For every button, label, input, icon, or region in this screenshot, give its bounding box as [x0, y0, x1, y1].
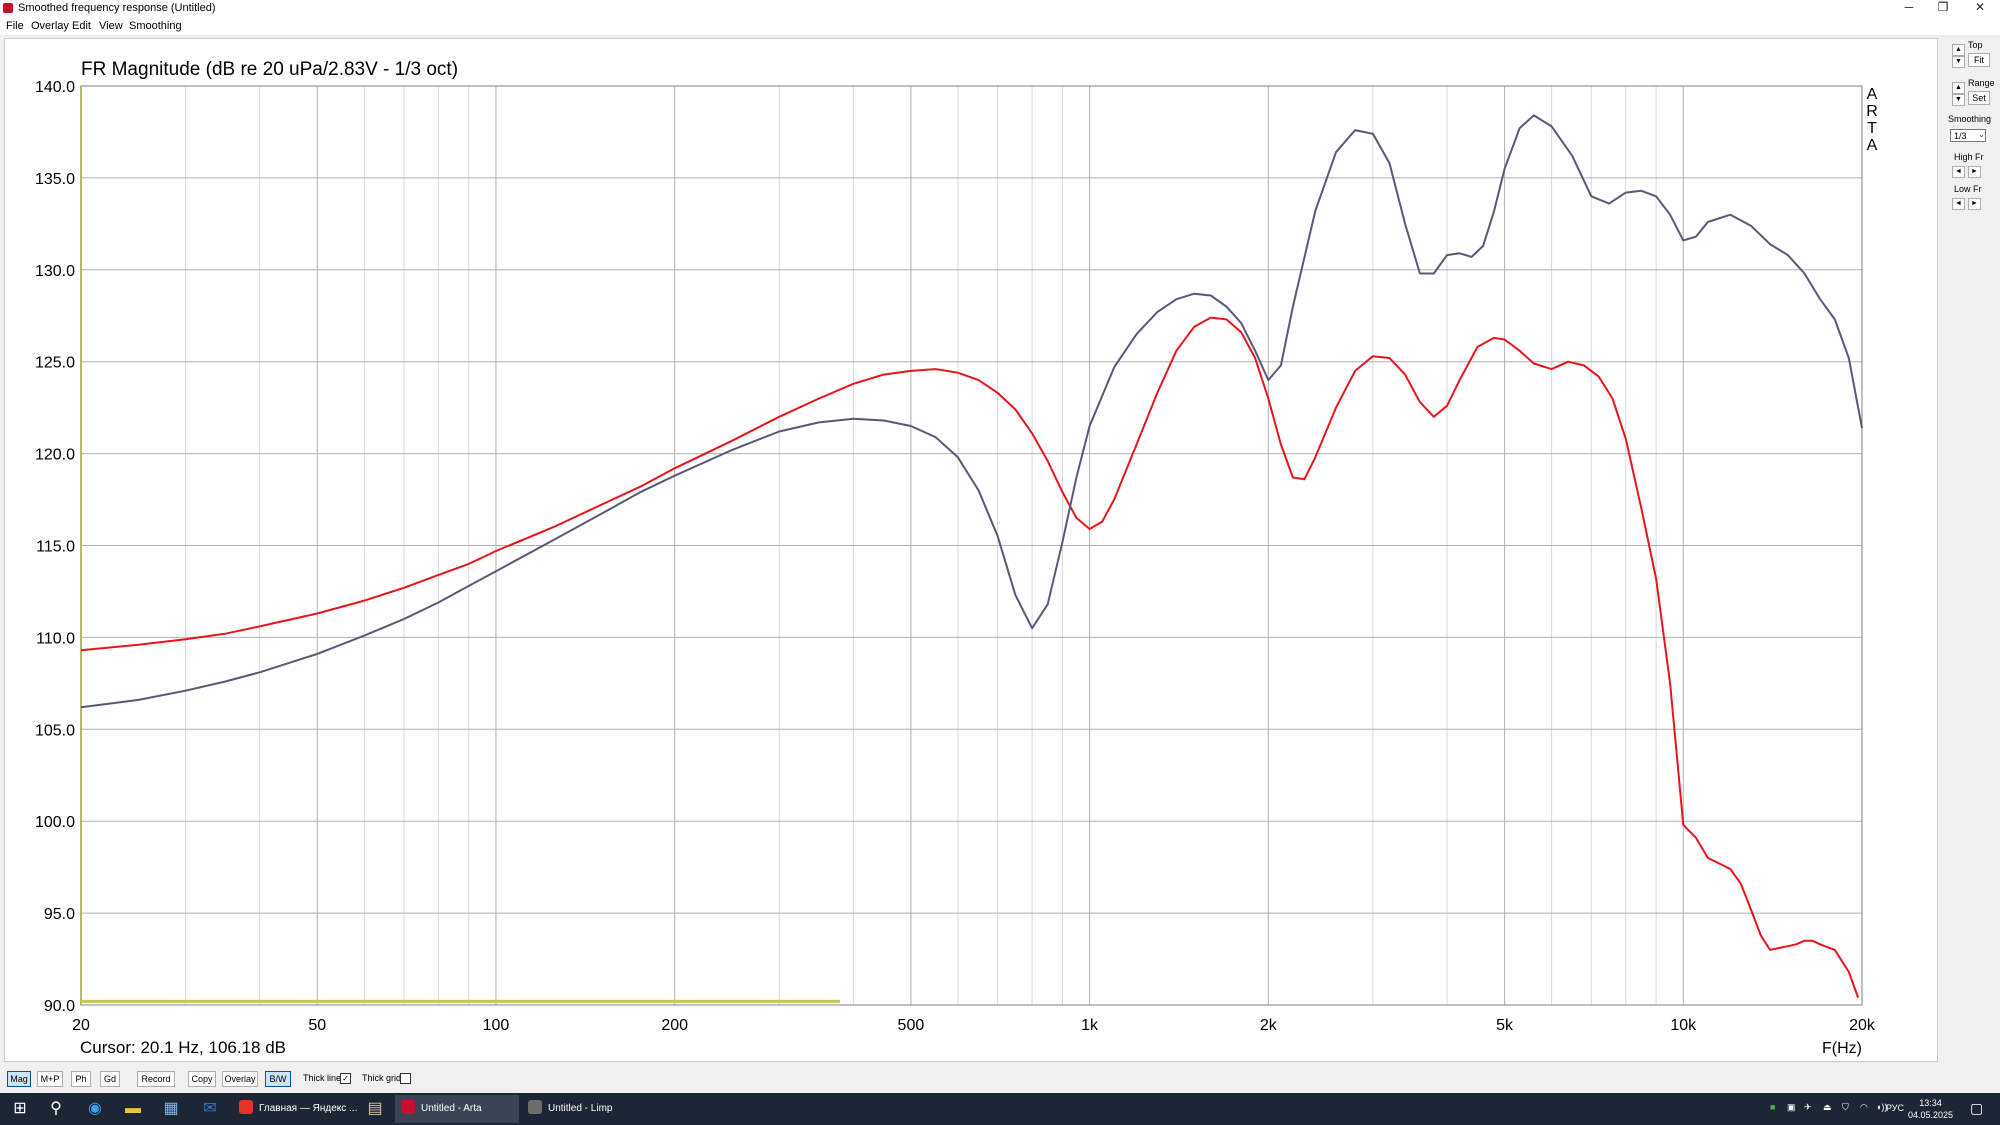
x-tick-label: 200 [661, 1017, 688, 1034]
y-tick-label: 135.0 [35, 171, 75, 188]
store-icon[interactable]: ▦ [162, 1100, 180, 1118]
y-tick-label: 105.0 [35, 722, 75, 739]
high-fr-left-button[interactable]: ◄ [1952, 166, 1965, 178]
record-button[interactable]: Record [137, 1071, 175, 1087]
taskbar-task-arta[interactable]: Untitled - Arta [395, 1095, 519, 1123]
arta-logo: ARTA [1864, 86, 1880, 154]
thick-grid-label: Thick grid [362, 1073, 402, 1083]
right-control-panel: ▲ ▼ Top Fit ▲ ▼ Range Set Smoothing 1/3 … [1942, 38, 2000, 1060]
arta-icon [401, 1100, 415, 1115]
x-axis-label: F(Hz) [1822, 1040, 1862, 1057]
language-indicator[interactable]: РУС [1886, 1103, 1904, 1113]
cursor-readout: Cursor: 20.1 Hz, 106.18 dB [80, 1038, 287, 1057]
x-tick-label: 2k [1260, 1017, 1278, 1034]
limp-icon [528, 1100, 542, 1115]
fit-button[interactable]: Fit [1968, 53, 1990, 67]
file-explorer-icon[interactable]: ▬ [124, 1100, 142, 1118]
x-tick-label: 500 [898, 1017, 925, 1034]
frequency-response-plot[interactable]: 20 50 100 200 500 1k 2k 5k 10k 20k 90.0 95.0 100.0 10… [0, 0, 2000, 1125]
range-down-button[interactable]: ▼ [1952, 94, 1965, 106]
windows-start-icon[interactable]: ⊞ [11, 1100, 29, 1118]
bottom-toolbar: Mag M+P Ph Gd Record Copy Overlay B/W Th… [0, 1066, 2000, 1092]
logo-letter: R [1866, 103, 1878, 120]
overlay-button[interactable]: Overlay [222, 1071, 258, 1087]
clock-date: 04.05.2025 [1908, 1110, 1954, 1120]
taskbar-task-yandex[interactable]: Главная — Яндекс ... [233, 1095, 357, 1123]
edge-browser-icon[interactable]: ◉ [86, 1100, 104, 1118]
low-fr-label: Low Fr [1954, 184, 1982, 194]
high-fr-label: High Fr [1954, 152, 1984, 162]
x-tick-label: 20 [72, 1017, 90, 1034]
tray-icon[interactable]: ▣ [1787, 1102, 1796, 1113]
notification-icon[interactable]: ▢ [1970, 1100, 1983, 1117]
wifi-icon[interactable]: ◠ [1860, 1102, 1868, 1113]
y-tick-label: 125.0 [35, 355, 75, 372]
x-tick-label: 10k [1670, 1017, 1697, 1034]
range-label: Range [1968, 78, 1995, 88]
thick-line-label: Thick line [303, 1073, 342, 1083]
y-tick-label: 115.0 [36, 539, 75, 556]
nvidia-tray-icon[interactable]: ■ [1770, 1102, 1775, 1112]
y-tick-label: 120.0 [35, 447, 75, 464]
copy-button[interactable]: Copy [188, 1071, 216, 1087]
logo-letter: T [1867, 120, 1877, 137]
bw-button[interactable]: B/W [265, 1071, 291, 1087]
x-tick-label: 1k [1081, 1017, 1099, 1034]
chevron-down-icon: ⌄ [1978, 130, 1985, 139]
high-fr-right-button[interactable]: ► [1968, 166, 1981, 178]
logo-letter: A [1866, 137, 1878, 154]
top-up-button[interactable]: ▲ [1952, 44, 1965, 56]
y-tick-label: 90.0 [44, 998, 75, 1015]
mag-button[interactable]: Mag [7, 1071, 31, 1087]
x-tick-label: 5k [1496, 1017, 1514, 1034]
group-delay-button[interactable]: Gd [100, 1071, 120, 1087]
smoothing-label: Smoothing [1948, 114, 1992, 124]
top-label: Top [1968, 40, 1983, 50]
chart-title: FR Magnitude (dB re 20 uPa/2.83V - 1/3 o… [81, 59, 459, 80]
low-fr-left-button[interactable]: ◄ [1952, 198, 1965, 210]
thick-grid-checkbox[interactable] [400, 1073, 411, 1084]
low-fr-right-button[interactable]: ► [1968, 198, 1981, 210]
security-tray-icon[interactable]: ⛉ [1842, 1102, 1849, 1113]
x-tick-label: 20k [1849, 1017, 1876, 1034]
yandex-icon [239, 1100, 253, 1115]
files-app-icon[interactable]: ▤ [366, 1100, 384, 1118]
series-line-2 [80, 114, 1863, 709]
outlook-icon[interactable]: ✉ [201, 1100, 219, 1118]
mag-phase-button[interactable]: M+P [37, 1071, 63, 1087]
windows-taskbar: ⊞ ⚲ ◉ ▬ ▦ ✉ Главная — Яндекс ... ▤ Untit… [0, 1093, 2000, 1125]
y-tick-label: 140.0 [35, 79, 75, 96]
set-button[interactable]: Set [1968, 91, 1990, 105]
y-tick-label: 130.0 [35, 263, 75, 280]
x-tick-label: 100 [483, 1017, 510, 1034]
network-tray-icon[interactable]: ✈ [1804, 1102, 1812, 1113]
y-tick-label: 100.0 [35, 814, 75, 831]
y-tick-label: 110.0 [36, 630, 75, 647]
range-up-button[interactable]: ▲ [1952, 82, 1965, 94]
search-icon[interactable]: ⚲ [47, 1100, 65, 1118]
clock-time: 13:34 [1919, 1098, 1942, 1108]
taskbar-task-limp[interactable]: Untitled - Limp [522, 1095, 640, 1123]
phase-button[interactable]: Ph [71, 1071, 91, 1087]
usb-tray-icon[interactable]: ⏏ [1823, 1102, 1832, 1113]
thick-line-checkbox[interactable]: ✓ [340, 1073, 351, 1084]
y-tick-label: 95.0 [44, 906, 75, 923]
logo-letter: A [1866, 86, 1878, 103]
clock[interactable]: 13:34 04.05.2025 [1908, 1097, 1953, 1121]
top-down-button[interactable]: ▼ [1952, 56, 1965, 68]
x-tick-label: 50 [308, 1017, 326, 1034]
